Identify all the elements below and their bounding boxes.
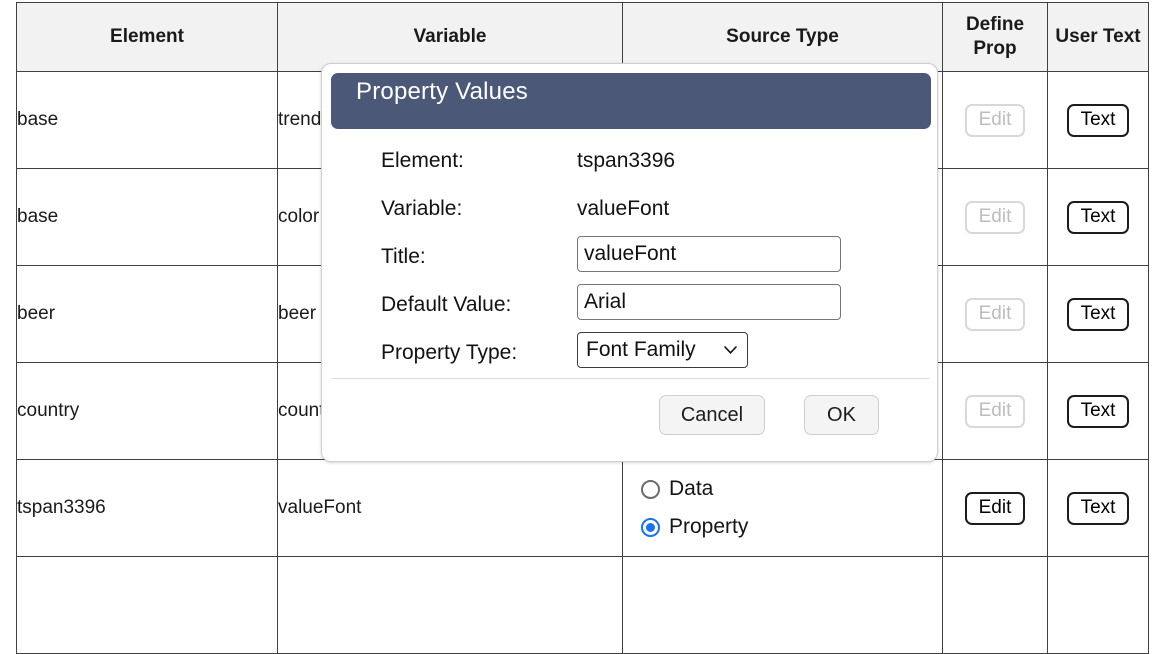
source-type-option-label: Data xyxy=(669,477,714,500)
user-text-button[interactable]: Text xyxy=(1066,103,1130,137)
dialog-row-title: Title: xyxy=(322,235,937,283)
cell-element: tspan3396 xyxy=(16,459,278,557)
cell-user-text: Text xyxy=(1047,265,1149,363)
user-text-button[interactable]: Text xyxy=(1066,297,1130,331)
cell-source-type: Data Property xyxy=(622,459,943,557)
cell-define-prop: Edit xyxy=(942,168,1048,266)
chevron-down-icon xyxy=(724,346,737,354)
cell-variable: valueFont xyxy=(277,459,623,557)
user-text-button[interactable]: Text xyxy=(1066,394,1130,428)
dialog-row-element: Element: tspan3396 xyxy=(322,139,937,187)
source-type-option-data[interactable]: Data xyxy=(641,470,942,508)
dialog-title: Property Values xyxy=(356,78,528,105)
element-value: tspan3396 xyxy=(577,149,676,172)
dialog-footer: Cancel OK xyxy=(322,384,937,444)
column-header-element: Element xyxy=(16,2,278,72)
source-type-option-label: Property xyxy=(669,515,749,538)
column-header-define-prop: Define Prop xyxy=(942,2,1048,72)
define-prop-edit-button[interactable]: Edit xyxy=(964,394,1026,428)
property-type-select[interactable]: Font Family xyxy=(577,332,748,368)
cell-define-prop: Edit xyxy=(942,265,1048,363)
cell-define-prop: Edit xyxy=(942,362,1048,460)
element-label: Element: xyxy=(381,149,464,172)
cell-define-prop xyxy=(942,556,1048,654)
property-type-label: Property Type: xyxy=(381,341,518,364)
table-row: tspan3396 valueFont Data Property Edit T… xyxy=(16,459,1149,557)
default-value-label: Default Value: xyxy=(381,293,512,316)
cell-user-text: Text xyxy=(1047,459,1149,557)
define-prop-edit-button[interactable]: Edit xyxy=(964,103,1026,137)
property-values-dialog: Property Values Element: tspan3396 Varia… xyxy=(321,63,938,462)
property-type-select-value: Font Family xyxy=(586,338,696,361)
cancel-button[interactable]: Cancel xyxy=(659,395,765,435)
define-prop-edit-button[interactable]: Edit xyxy=(964,200,1026,234)
column-header-source-type: Source Type xyxy=(622,2,943,72)
dialog-row-property-type: Property Type: Font Family xyxy=(322,331,937,379)
user-text-button[interactable]: Text xyxy=(1066,491,1130,525)
table-row xyxy=(16,556,1149,654)
dialog-row-default-value: Default Value: xyxy=(322,283,937,331)
user-text-button[interactable]: Text xyxy=(1066,200,1130,234)
cell-source-type xyxy=(622,556,943,654)
cell-element: country xyxy=(16,362,278,460)
cell-user-text: Text xyxy=(1047,71,1149,169)
ok-button[interactable]: OK xyxy=(804,395,879,435)
source-type-radio-group: Data Property xyxy=(623,470,942,546)
cell-define-prop: Edit xyxy=(942,71,1048,169)
cell-user-text: Text xyxy=(1047,362,1149,460)
define-prop-edit-button[interactable]: Edit xyxy=(964,491,1026,525)
table-header-row: Element Variable Source Type Define Prop… xyxy=(16,2,1149,72)
cell-element: base xyxy=(16,71,278,169)
cell-user-text: Text xyxy=(1047,168,1149,266)
define-prop-edit-button[interactable]: Edit xyxy=(964,297,1026,331)
title-label: Title: xyxy=(381,245,426,268)
column-header-user-text: User Text xyxy=(1047,2,1149,72)
radio-selected-icon[interactable] xyxy=(641,517,660,537)
cell-variable xyxy=(277,556,623,654)
dialog-body: Element: tspan3396 Variable: valueFont T… xyxy=(322,139,937,379)
cell-element xyxy=(16,556,278,654)
variable-label: Variable: xyxy=(381,197,463,220)
cell-define-prop: Edit xyxy=(942,459,1048,557)
dialog-row-variable: Variable: valueFont xyxy=(322,187,937,235)
default-value-input[interactable] xyxy=(577,284,841,320)
title-input[interactable] xyxy=(577,236,841,272)
dialog-divider xyxy=(332,378,929,379)
source-type-option-property[interactable]: Property xyxy=(641,508,942,546)
cell-element: base xyxy=(16,168,278,266)
column-header-variable: Variable xyxy=(277,2,623,72)
radio-unselected-icon[interactable] xyxy=(641,479,660,499)
cell-element: beer xyxy=(16,265,278,363)
cell-user-text xyxy=(1047,556,1149,654)
variable-value: valueFont xyxy=(577,197,670,220)
